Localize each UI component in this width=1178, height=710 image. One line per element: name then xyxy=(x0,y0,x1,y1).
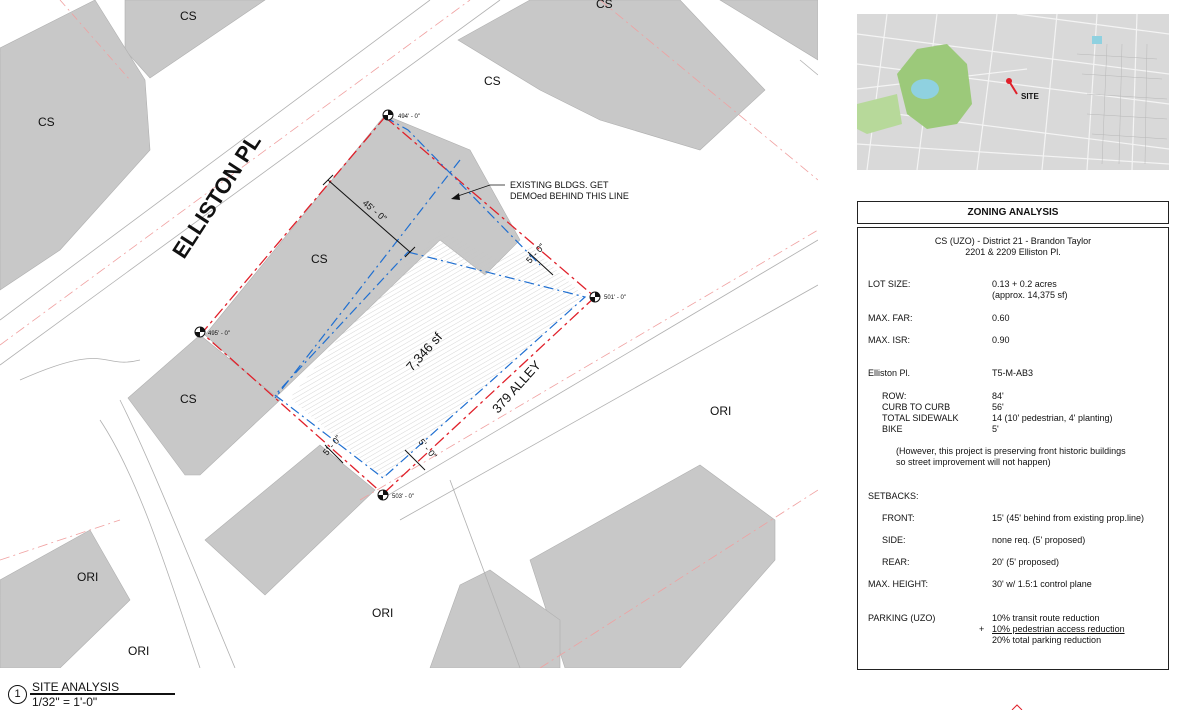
street-label: Elliston Pl. xyxy=(868,368,911,378)
elevation-left-label: 495' - 0" xyxy=(208,331,230,337)
vicinity-site-marker xyxy=(1006,78,1012,84)
demo-note-line1: EXISTING BLDGS. GET xyxy=(510,180,609,190)
street-note-line2: so street improvement will not happen) xyxy=(896,457,1051,467)
vicinity-pond xyxy=(911,79,939,99)
elevation-bottom-label: 503' - 0" xyxy=(392,494,414,500)
far-value: 0.60 xyxy=(992,313,1010,323)
side-value: none req. (5' proposed) xyxy=(992,535,1086,545)
street-label: ELLISTON PL xyxy=(167,130,266,263)
isr-label: MAX. ISR: xyxy=(868,335,911,345)
rear-dimension: 5' - 0" xyxy=(416,437,438,461)
zone-label-cs-mid-right: CS xyxy=(484,74,501,88)
rear-label: REAR: xyxy=(882,557,910,567)
front-value: 15' (45' behind from existing prop.line) xyxy=(992,513,1145,523)
drawing-number: 1 xyxy=(8,685,27,704)
parking-line3: 20% total parking reduction xyxy=(992,635,1102,645)
parking-label: PARKING (UZO) xyxy=(868,613,936,623)
drawing-scale: 1/32" = 1'-0" xyxy=(32,695,98,709)
parking-line2: 10% pedestrian access reduction xyxy=(992,624,1125,634)
height-value: 30' w/ 1.5:1 control plane xyxy=(992,579,1092,589)
zoning-analysis-panel: ZONING ANALYSIS CS (UZO) - District 21 -… xyxy=(857,201,1169,670)
isr-value: 0.90 xyxy=(992,335,1010,345)
vicinity-site-label: SITE xyxy=(1021,92,1039,101)
height-label: MAX. HEIGHT: xyxy=(868,579,929,589)
zone-label-ori-right: ORI xyxy=(710,404,731,418)
elevation-marker-top xyxy=(382,109,394,121)
zone-label-ori-bottom-mid: ORI xyxy=(372,606,393,620)
building-right-edge xyxy=(719,0,818,61)
elevation-top-label: 494' - 0" xyxy=(398,114,420,120)
parking-plus: + xyxy=(979,624,985,634)
bike-label: BIKE xyxy=(882,424,903,434)
vicinity-map: SITE xyxy=(857,14,1169,170)
elevation-marker-right xyxy=(589,291,601,303)
curb-to-curb-value: 56' xyxy=(992,402,1004,412)
sheet-corner-mark xyxy=(1011,704,1023,710)
demo-note-line2: DEMOed BEHIND THIS LINE xyxy=(510,191,629,201)
building-bottom-right xyxy=(529,464,776,668)
row-value: 84' xyxy=(992,391,1004,401)
zone-label-ori-bottom-far-left: ORI xyxy=(128,644,149,658)
parking-line1: 10% transit route reduction xyxy=(992,613,1100,623)
row-label: ROW: xyxy=(882,391,907,401)
building-bottom-left xyxy=(0,529,131,668)
sidewalk-value: 14 (10' pedestrian, 4' planting) xyxy=(992,413,1113,423)
zoning-analysis-heading: ZONING ANALYSIS xyxy=(857,201,1169,224)
lot-size-value: 0.13 + 0.2 acres xyxy=(992,279,1057,289)
building-top-right xyxy=(457,0,766,151)
zone-line: CS (UZO) - District 21 - Brandon Taylor xyxy=(934,236,1092,246)
address-line: 2201 & 2209 Elliston Pl. xyxy=(965,247,1061,257)
zone-label-cs-lower: CS xyxy=(180,392,197,406)
zone-label-cs-site: CS xyxy=(311,252,328,266)
elevation-marker-bottom xyxy=(377,489,389,501)
zone-label-cs-left: CS xyxy=(38,115,55,129)
lot-size-value2: (approx. 14,375 sf) xyxy=(992,290,1068,300)
drawing-title: SITE ANALYSIS xyxy=(32,680,120,694)
setbacks-label: SETBACKS: xyxy=(868,491,919,501)
zone-label-cs-top-left: CS xyxy=(180,9,197,23)
zone-label-cs-top-right: CS xyxy=(596,0,613,11)
street-value: T5-M-AB3 xyxy=(992,368,1034,378)
far-label: MAX. FAR: xyxy=(868,313,913,323)
street-note-line1: (However, this project is preserving fro… xyxy=(896,446,1126,456)
rear-value: 20' (5' proposed) xyxy=(992,557,1059,567)
lot-size-label: LOT SIZE: xyxy=(868,279,911,289)
building-lower xyxy=(204,444,376,596)
sidewalk-label: TOTAL SIDEWALK xyxy=(882,413,959,423)
site-plan: 494' - 0" 495' - 0" 501' - 0" 503' - 0" … xyxy=(0,0,818,668)
zone-label-ori-bottom-left: ORI xyxy=(77,570,98,584)
curb-to-curb-label: CURB TO CURB xyxy=(882,402,951,412)
zoning-analysis-table: CS (UZO) - District 21 - Brandon Taylor … xyxy=(857,227,1169,670)
side-label: SIDE: xyxy=(882,535,906,545)
bike-value: 5' xyxy=(992,424,999,434)
elevation-right-label: 501' - 0" xyxy=(604,295,626,301)
front-label: FRONT: xyxy=(882,513,915,523)
drawing-title-block: 1 SITE ANALYSIS 1/32" = 1'-0" xyxy=(6,680,178,709)
elevation-marker-left xyxy=(194,326,206,338)
vicinity-pool xyxy=(1092,36,1102,44)
